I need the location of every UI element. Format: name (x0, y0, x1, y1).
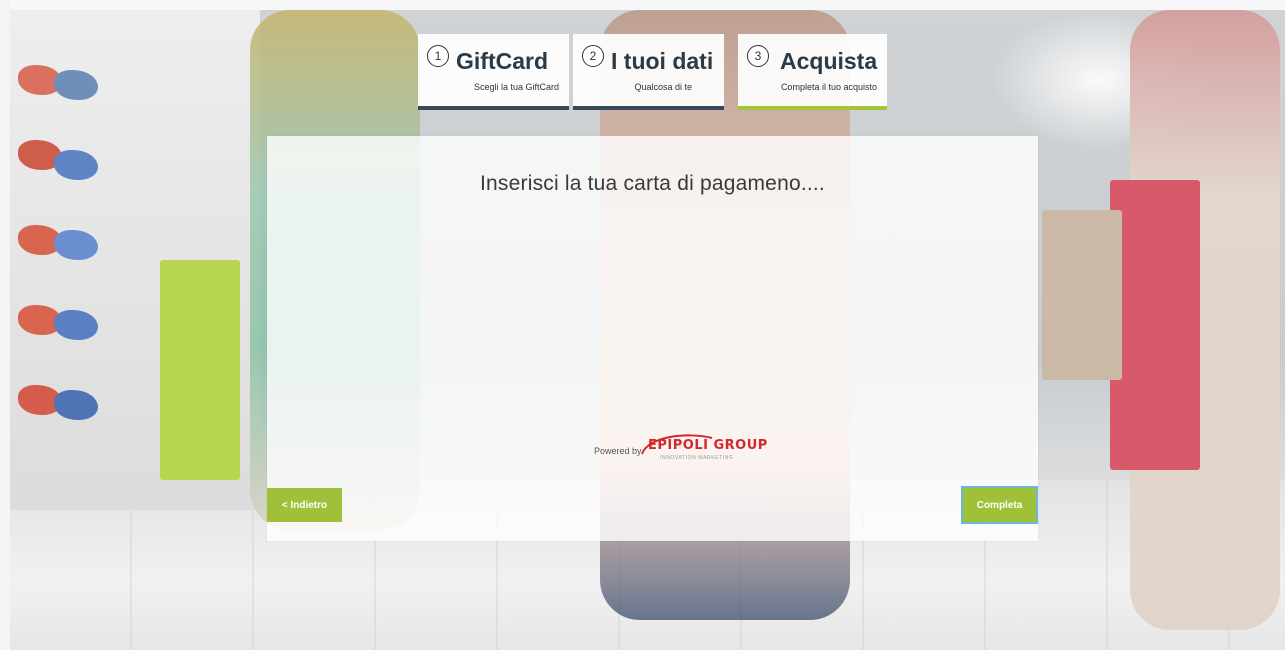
epipoli-logo: EPIPOLI GROUP INNOVATION MARKETING (638, 432, 767, 466)
checkout-steps: 1 GiftCard Scegli la tua GiftCard 2 I tu… (0, 34, 1285, 110)
complete-button[interactable]: Completa (961, 486, 1038, 524)
step-subtitle: Completa il tuo acquisto (780, 82, 877, 92)
payment-panel-title: Inserisci la tua carta di pagameno.... (480, 172, 825, 195)
step-number-badge: 1 (427, 45, 449, 67)
pink-bag (1110, 180, 1200, 470)
powered-by-label: Powered by (594, 446, 642, 456)
logo-text: EPIPOLI GROUP (648, 438, 768, 453)
step-number-badge: 3 (747, 45, 769, 67)
green-bag (160, 260, 240, 480)
step-title: Acquista (780, 48, 878, 74)
step-number-badge: 2 (582, 45, 604, 67)
step-acquista[interactable]: 3 Acquista Completa il tuo acquisto (738, 34, 887, 110)
step-giftcard[interactable]: 1 GiftCard Scegli la tua GiftCard (418, 34, 569, 110)
step-i-tuoi-dati[interactable]: 2 I tuoi dati Qualcosa di te (573, 34, 724, 110)
logo-tagline: INNOVATION MARKETING (660, 455, 734, 461)
window-top-edge (0, 0, 1285, 10)
beige-bag (1042, 210, 1122, 380)
step-title: I tuoi dati (611, 48, 714, 74)
window-left-edge (0, 0, 10, 650)
step-subtitle: Scegli la tua GiftCard (473, 82, 559, 92)
payment-panel: Inserisci la tua carta di pagameno.... (267, 136, 1038, 541)
step-subtitle: Qualcosa di te (634, 82, 692, 92)
back-button[interactable]: < Indietro (267, 488, 342, 522)
step-title: GiftCard (456, 48, 548, 74)
